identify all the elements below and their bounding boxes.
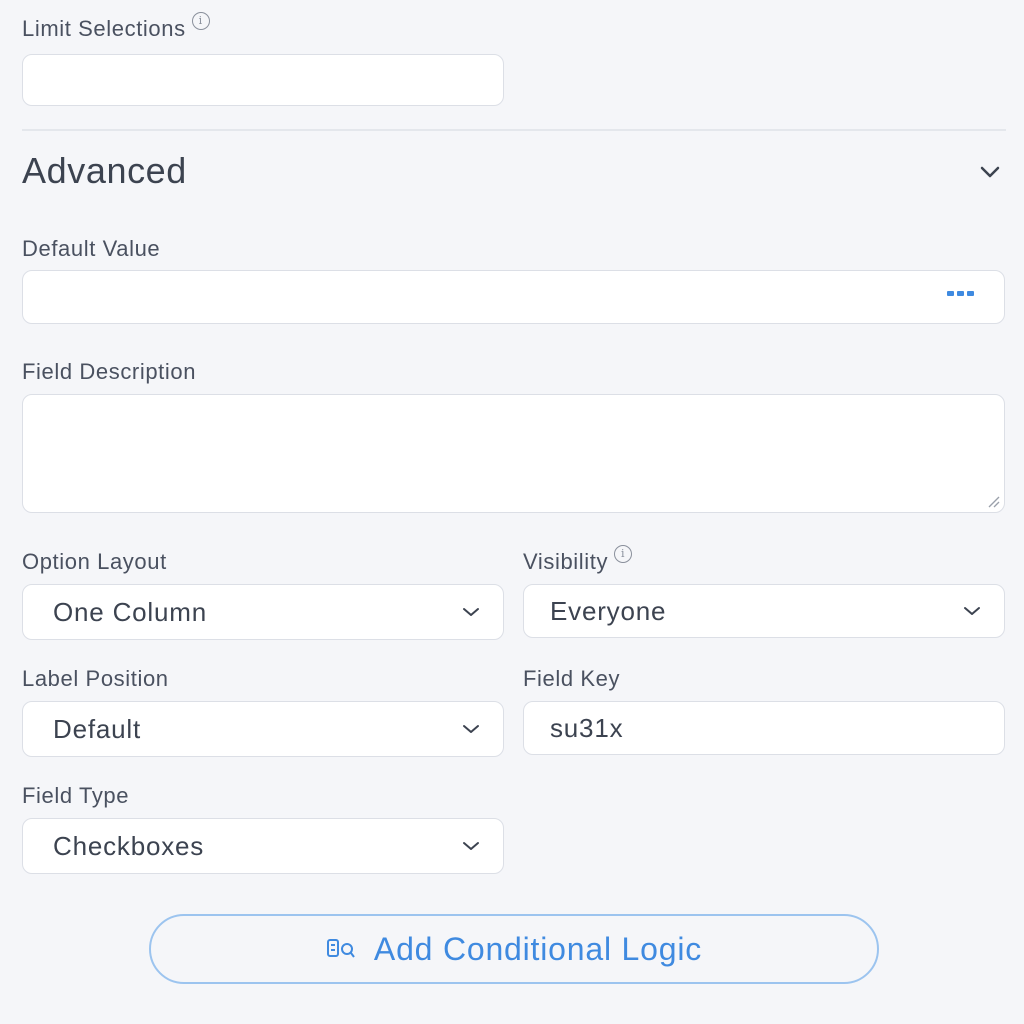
- limit-selections-input[interactable]: [22, 54, 504, 106]
- visibility-label: Visibility i: [523, 545, 633, 575]
- label-position-label: Label Position: [22, 666, 169, 691]
- info-icon[interactable]: i: [191, 12, 210, 30]
- label-position-selected: Default: [53, 713, 141, 744]
- visibility-select[interactable]: Everyone: [523, 584, 1005, 638]
- field-key-label: Field Key: [523, 666, 621, 691]
- info-icon[interactable]: i: [614, 545, 633, 563]
- more-options-icon[interactable]: [947, 291, 974, 296]
- field-type-selected: Checkboxes: [53, 830, 205, 861]
- chevron-down-icon: [962, 601, 982, 621]
- conditional-logic-icon: [326, 936, 356, 962]
- default-value-label: Default Value: [22, 236, 161, 261]
- section-divider: [22, 129, 1006, 131]
- field-type-select[interactable]: Checkboxes: [22, 818, 504, 874]
- chevron-down-icon[interactable]: [978, 160, 1002, 184]
- field-key-value: su31x: [550, 712, 624, 743]
- add-conditional-logic-label: Add Conditional Logic: [373, 930, 703, 967]
- field-description-textarea[interactable]: [22, 394, 1005, 513]
- option-layout-label: Option Layout: [22, 549, 167, 574]
- option-layout-select[interactable]: One Column: [22, 584, 504, 640]
- field-type-label: Field Type: [22, 783, 130, 808]
- visibility-selected: Everyone: [550, 595, 667, 626]
- limit-selections-label-text: Limit Selections: [22, 16, 186, 41]
- label-position-select[interactable]: Default: [22, 701, 504, 757]
- add-conditional-logic-button[interactable]: Add Conditional Logic: [149, 914, 879, 984]
- advanced-section-title[interactable]: Advanced: [22, 150, 187, 192]
- chevron-down-icon: [461, 602, 481, 622]
- resize-handle-icon[interactable]: [986, 494, 1000, 508]
- field-description-label: Field Description: [22, 359, 197, 384]
- default-value-input[interactable]: [22, 270, 1005, 324]
- limit-selections-label: Limit Selections i: [22, 12, 210, 42]
- chevron-down-icon: [461, 719, 481, 739]
- field-key-input[interactable]: su31x: [523, 701, 1005, 755]
- chevron-down-icon: [461, 836, 481, 856]
- visibility-label-text: Visibility: [523, 549, 609, 574]
- option-layout-selected: One Column: [53, 596, 207, 627]
